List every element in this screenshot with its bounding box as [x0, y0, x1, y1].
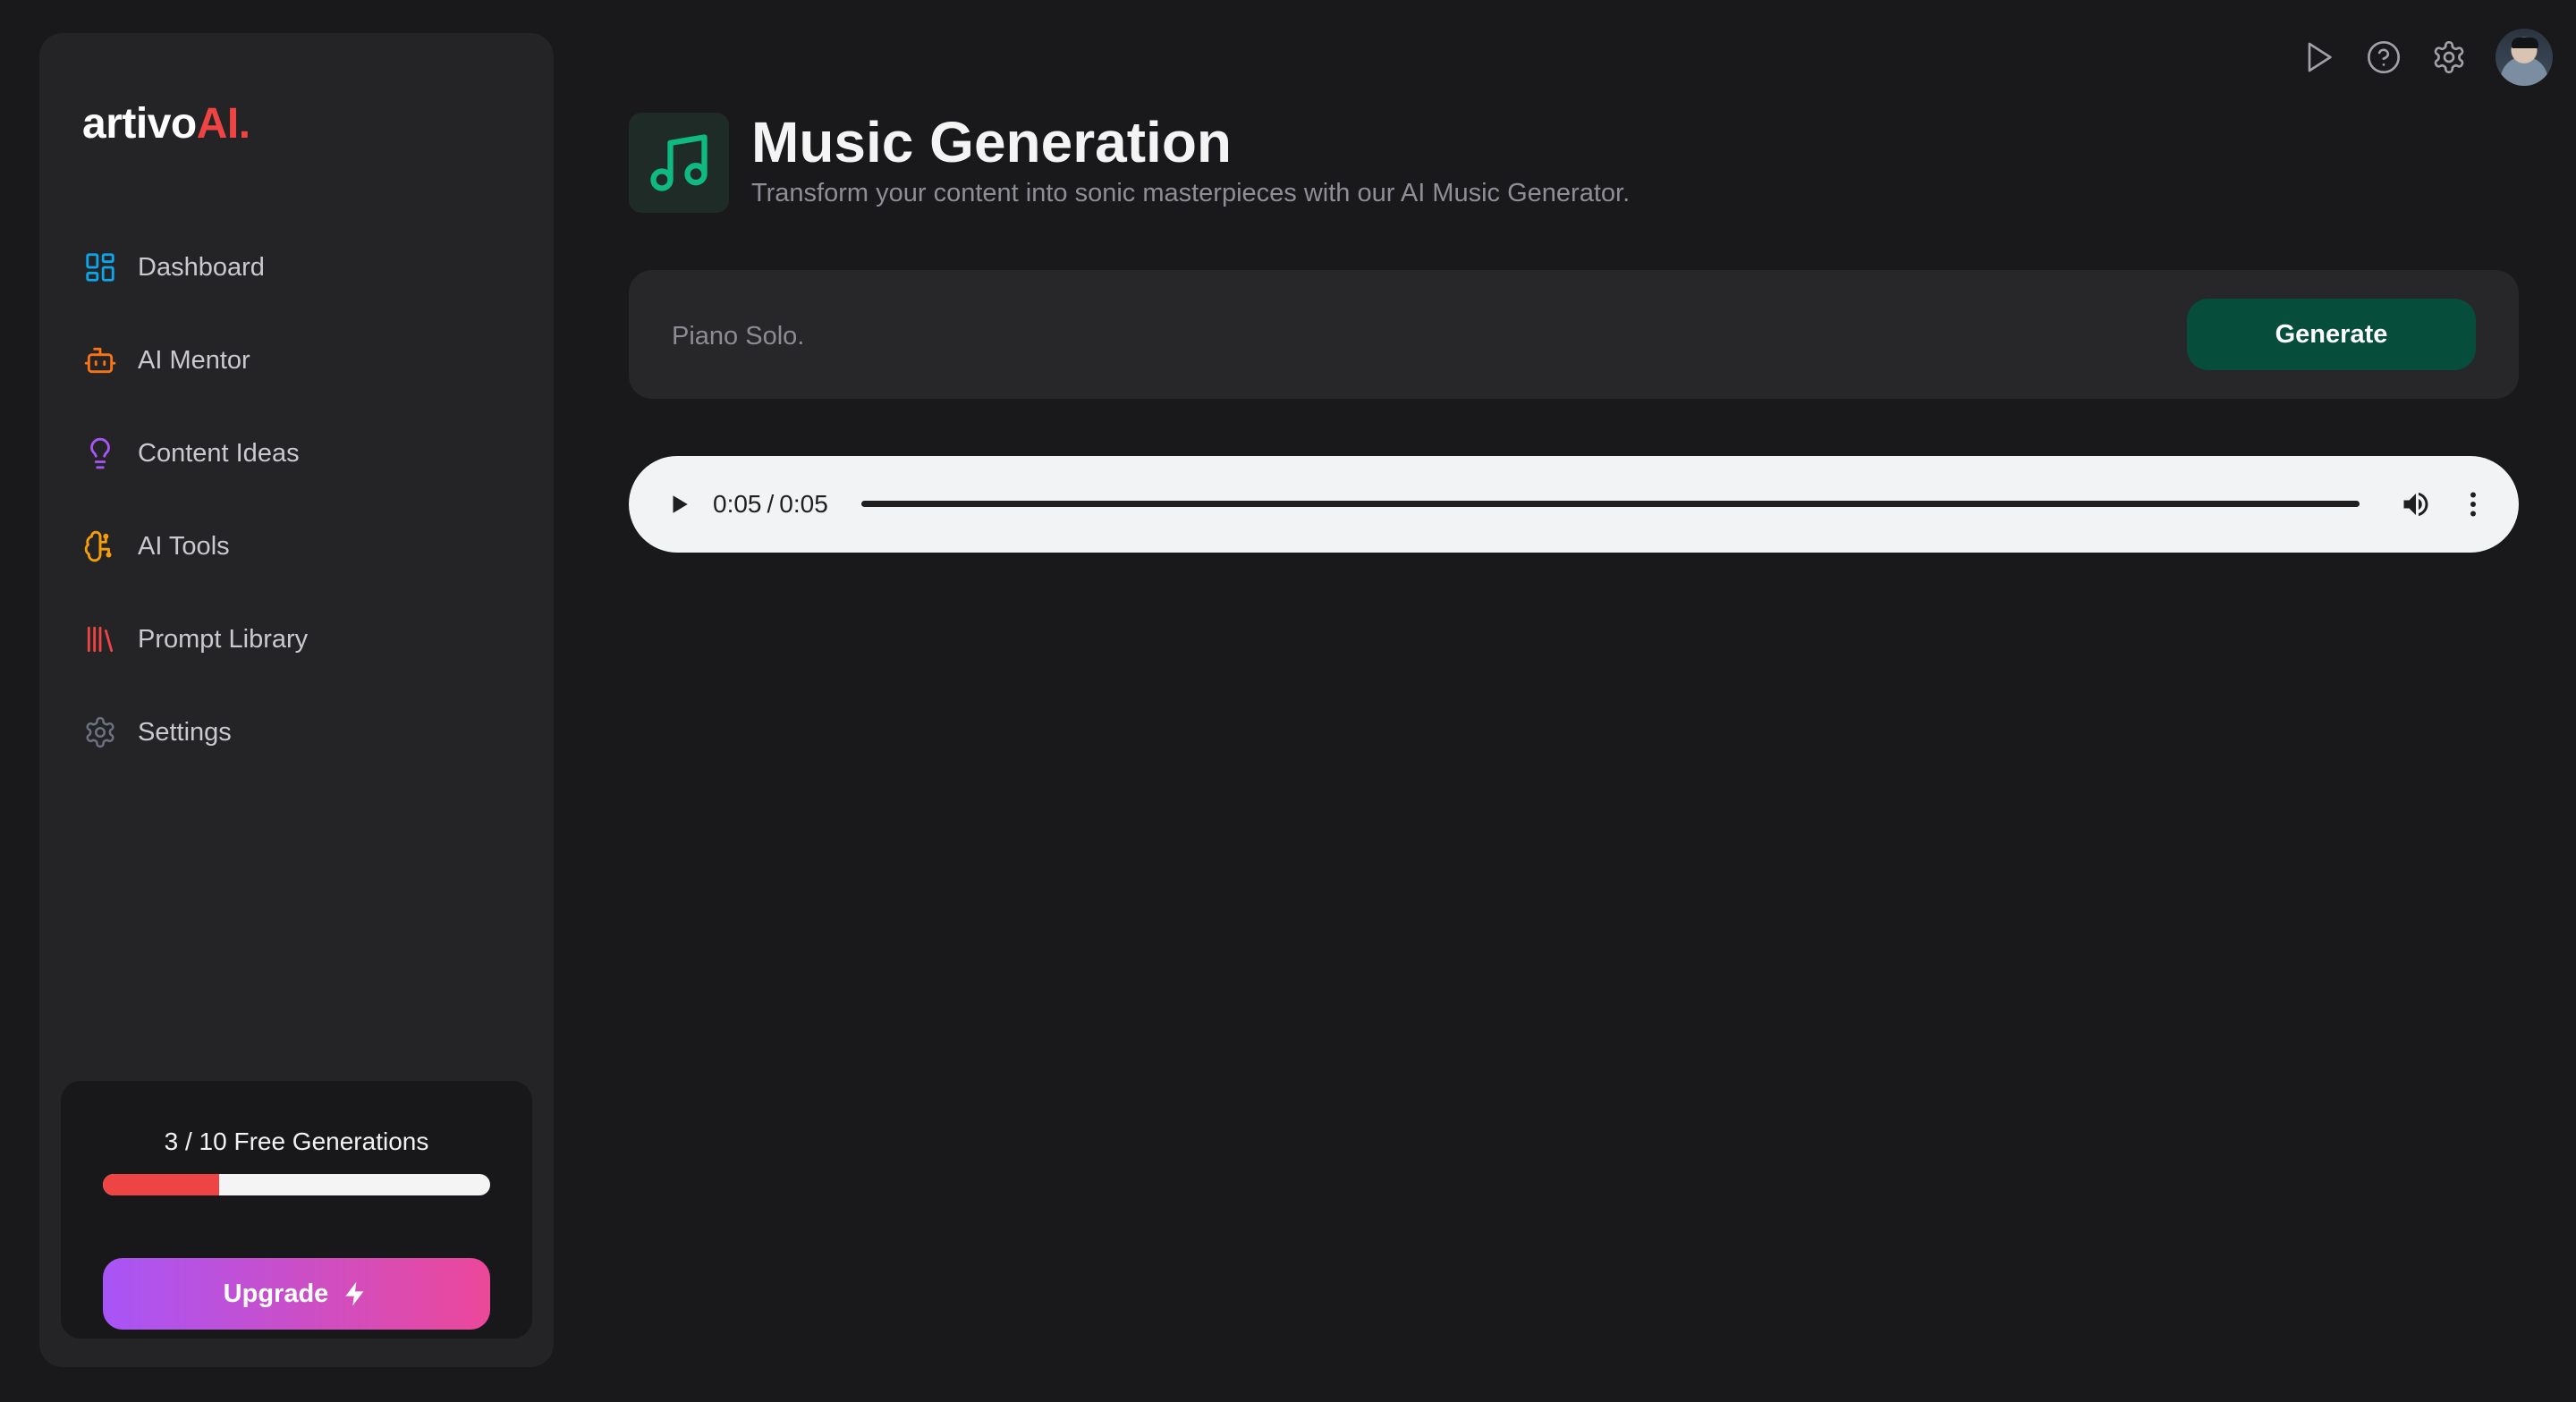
help-circle-icon[interactable] — [2362, 36, 2405, 79]
volume-icon[interactable] — [2396, 485, 2436, 524]
generate-button[interactable]: Generate — [2187, 299, 2476, 370]
sidebar-item-label: Prompt Library — [138, 624, 309, 654]
lightning-icon — [345, 1281, 364, 1306]
sidebar-item-prompt-library[interactable]: Prompt Library — [82, 612, 512, 666]
play-icon[interactable] — [2297, 36, 2340, 79]
sidebar-item-dashboard[interactable]: Dashboard — [82, 241, 512, 294]
sidebar-item-label: Content Ideas — [138, 438, 300, 468]
play-icon[interactable] — [661, 486, 697, 522]
music-note-icon — [650, 134, 708, 191]
prompt-card: Generate — [629, 270, 2519, 399]
usage-count-text: 3 / 10 Free Generations — [164, 1128, 429, 1155]
sidebar-item-ai-tools[interactable]: AI Tools — [82, 519, 512, 573]
audio-player: 0:05/0:05 — [629, 456, 2519, 553]
more-options-icon[interactable] — [2453, 485, 2493, 524]
sidebar-item-label: Settings — [138, 717, 232, 747]
page-subtitle: Transform your content into sonic master… — [751, 179, 1631, 207]
sidebar-item-label: AI Tools — [138, 531, 230, 561]
brain-circuit-icon — [82, 528, 118, 564]
music-header-icon-box — [629, 113, 729, 213]
usage-progress-bar — [103, 1174, 490, 1195]
upgrade-button-label: Upgrade — [223, 1279, 329, 1308]
sidebar-item-ai-mentor[interactable]: AI Mentor — [82, 334, 512, 387]
usage-card: 3 / 10 Free Generations Upgrade — [61, 1081, 532, 1339]
usage-progress-fill — [103, 1174, 219, 1195]
sidebar-item-label: AI Mentor — [138, 345, 250, 375]
gear-icon[interactable] — [2428, 36, 2470, 79]
lightbulb-icon — [82, 435, 118, 471]
brand-logo[interactable]: artivoAI. — [82, 103, 250, 146]
audio-duration: 0:05 — [779, 490, 828, 518]
audio-seek-bar[interactable] — [861, 501, 2360, 507]
page-title: Music Generation — [751, 110, 1232, 174]
gear-icon — [82, 714, 118, 750]
audio-time: 0:05/0:05 — [713, 489, 828, 519]
sidebar-item-content-ideas[interactable]: Content Ideas — [82, 427, 512, 480]
sidebar-item-settings[interactable]: Settings — [82, 705, 512, 759]
brand-name-accent: AI. — [196, 100, 250, 148]
robot-icon — [82, 342, 118, 378]
grid-icon — [82, 249, 118, 285]
audio-time-separator: / — [767, 490, 775, 518]
prompt-input[interactable] — [670, 304, 2158, 368]
audio-current-time: 0:05 — [713, 490, 762, 518]
audio-seek-fill — [861, 501, 2360, 507]
sidebar-nav: Dashboard AI Mentor Content Ideas AI Too… — [82, 241, 512, 798]
avatar[interactable] — [2496, 29, 2553, 86]
brand-name: artivo — [82, 100, 197, 148]
library-icon — [82, 621, 118, 657]
upgrade-button[interactable]: Upgrade — [103, 1258, 490, 1330]
sidebar: artivoAI. Dashboard AI Mentor Content Id… — [39, 33, 554, 1367]
top-toolbar — [2275, 29, 2553, 86]
sidebar-item-label: Dashboard — [138, 252, 265, 282]
app-window: artivoAI. Dashboard AI Mentor Content Id… — [0, 0, 2576, 1402]
